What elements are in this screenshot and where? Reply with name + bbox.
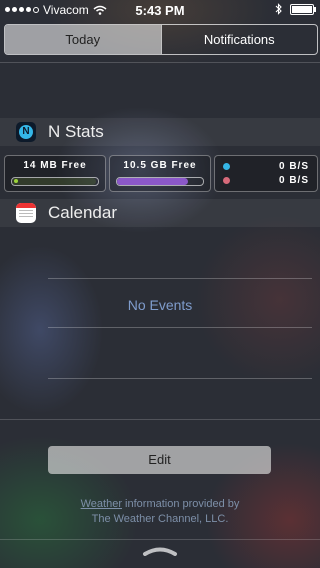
status-time: 5:43 PM xyxy=(135,3,185,18)
divider xyxy=(0,62,320,63)
storage-label: 10.5 GB Free xyxy=(123,160,197,171)
download-row: 0 B/S xyxy=(223,161,309,173)
upload-row: 0 B/S xyxy=(223,175,309,187)
calendar-divider xyxy=(48,378,312,379)
divider xyxy=(0,539,320,540)
memory-label: 14 MB Free xyxy=(23,160,87,171)
battery-icon xyxy=(290,3,316,15)
network-stat: 0 B/S 0 B/S xyxy=(214,155,318,192)
calendar-divider xyxy=(48,278,312,279)
today-notifications-segmented-control: Today Notifications xyxy=(4,24,318,55)
tab-today[interactable]: Today xyxy=(5,25,161,54)
download-rate: 0 B/S xyxy=(278,161,309,172)
calendar-divider xyxy=(48,327,312,328)
calendar-title: Calendar xyxy=(48,203,117,222)
tab-notifications[interactable]: Notifications xyxy=(160,25,318,54)
divider xyxy=(0,419,320,420)
credit-line-1: information provided by xyxy=(121,498,240,510)
status-bar: Vivacom 5:43 PM xyxy=(0,0,320,20)
storage-stat: 10.5 GB Free xyxy=(109,155,211,192)
weather-credit: Weather information provided by The Weat… xyxy=(0,497,320,527)
calendar-header[interactable]: Calendar xyxy=(0,199,320,227)
edit-button[interactable]: Edit xyxy=(48,446,271,474)
memory-stat: 14 MB Free xyxy=(4,155,106,192)
status-right xyxy=(275,3,316,15)
grabber-handle-icon[interactable] xyxy=(142,546,178,556)
upload-rate: 0 B/S xyxy=(278,175,309,186)
memory-bar xyxy=(11,177,99,186)
weather-link[interactable]: Weather xyxy=(81,498,122,510)
credit-line-2: The Weather Channel, LLC. xyxy=(91,513,229,525)
nstats-header[interactable]: N N Stats xyxy=(0,118,320,146)
bluetooth-icon xyxy=(275,3,282,15)
nstats-title: N Stats xyxy=(48,122,104,141)
storage-bar xyxy=(116,177,204,186)
no-events-text: No Events xyxy=(127,297,193,313)
download-dot-icon xyxy=(223,163,230,170)
calendar-app-icon xyxy=(16,203,36,223)
upload-dot-icon xyxy=(223,177,230,184)
nstats-app-icon: N xyxy=(16,122,36,142)
